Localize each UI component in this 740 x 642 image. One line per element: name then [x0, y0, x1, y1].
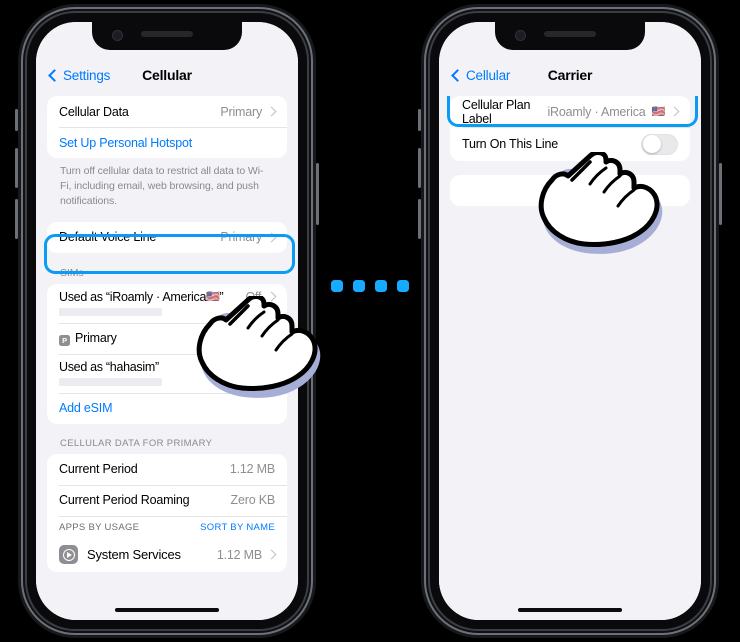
sims-section-header: SIMs — [60, 266, 84, 279]
chevron-right-icon — [266, 291, 277, 302]
left-phone-screen: Settings Cellular Cellular Data Primary … — [36, 22, 298, 620]
row-label: Current Period Roaming — [59, 493, 190, 508]
home-indicator[interactable] — [115, 608, 219, 612]
carrier-card: Cellular Plan Label iRoamly · America 🇺🇸 … — [450, 96, 690, 161]
row-label: P Primary — [59, 331, 117, 346]
row-label: Current Period — [59, 462, 138, 477]
power-button[interactable] — [316, 163, 319, 225]
volume-up-button[interactable] — [15, 148, 18, 188]
left-phone-frame: Settings Cellular Cellular Data Primary … — [15, 13, 319, 629]
sim-row-hahasim[interactable]: Used as “hahasim” — [47, 353, 287, 393]
us-flag-icon: 🇺🇸 — [651, 105, 666, 118]
row-set-up-personal-hotspot[interactable]: Set Up Personal Hotspot — [47, 127, 287, 158]
row-turn-on-this-line[interactable]: Turn On This Line — [450, 127, 690, 161]
silent-switch[interactable] — [418, 109, 421, 131]
apps-by-usage-label: APPS BY USAGE — [59, 521, 140, 533]
row-label: Cellular Data — [59, 104, 129, 119]
turn-on-this-line-toggle[interactable] — [641, 133, 678, 155]
four-dots-icon — [331, 279, 409, 292]
sort-by-name-button[interactable]: SORT BY NAME — [200, 522, 275, 533]
dot — [331, 279, 343, 292]
sim-label-end: ” — [219, 289, 224, 304]
front-camera-icon — [515, 30, 526, 41]
row-value: Primary — [220, 104, 277, 119]
volume-down-button[interactable] — [418, 199, 421, 239]
front-camera-icon — [112, 30, 123, 41]
row-default-voice-line[interactable]: Default Voice Line Primary — [47, 222, 287, 253]
row-value: 1.12 MB — [216, 547, 277, 562]
row-value: 1.12 MB — [229, 462, 275, 477]
default-voice-line-card: Default Voice Line Primary — [47, 221, 287, 253]
sims-card: Used as “iRoamly · America 🇺🇸” Off P Prima… — [47, 283, 287, 424]
toggle-knob — [642, 135, 661, 153]
power-button[interactable] — [719, 163, 722, 225]
system-services-icon — [59, 545, 78, 565]
silent-switch[interactable] — [15, 109, 18, 131]
sim-row-line1: Used as “hahasim” — [59, 360, 275, 374]
row-system-services[interactable]: System Services 1.12 MB — [47, 538, 287, 572]
dot — [397, 279, 409, 292]
volume-up-button[interactable] — [418, 148, 421, 188]
cellular-data-card: Cellular Data Primary Set Up Personal Ho… — [47, 96, 287, 158]
earpiece-speaker — [544, 31, 596, 37]
row-value-text: Primary — [220, 104, 262, 119]
notch — [92, 22, 242, 50]
cellular-data-footnote: Turn off cellular data to restrict all d… — [60, 165, 264, 208]
page-title: Cellular — [142, 67, 192, 83]
primary-badge-icon: P — [59, 334, 70, 346]
sim-subtitle-placeholder — [59, 307, 162, 316]
earpiece-speaker — [141, 31, 193, 37]
sim-row-iroamly[interactable]: Used as “iRoamly · America 🇺🇸” Off — [47, 284, 287, 323]
row-value-text: iRoamly · America — [547, 104, 646, 119]
row-label: Default Voice Line — [59, 230, 157, 245]
row-value: iRoamly · America 🇺🇸 — [547, 104, 680, 119]
row-label: Cellular Plan Label — [462, 97, 531, 126]
sim-label: Used as “iRoamly · America — [59, 289, 207, 304]
home-indicator[interactable] — [518, 608, 622, 612]
sim-row-line1: Used as “iRoamly · America 🇺🇸” Off — [59, 289, 277, 304]
notch — [495, 22, 645, 50]
primary-label: Primary — [75, 330, 117, 345]
right-phone-frame: Cellular Carrier Cellular Plan Label iRo… — [418, 13, 722, 629]
row-value-text: 1.12 MB — [216, 547, 262, 562]
row-value-text: Primary — [220, 230, 262, 245]
sim-value: Off — [245, 289, 277, 304]
add-esim-button[interactable]: Add eSIM — [47, 392, 287, 424]
page-title: Carrier — [547, 67, 593, 83]
empty-card — [450, 175, 690, 206]
sim-subtitle-placeholder — [59, 377, 162, 386]
apps-by-usage-header: APPS BY USAGE SORT BY NAME — [47, 515, 287, 538]
dot — [375, 279, 387, 292]
usage-card: Current Period 1.12 MB Current Period Ro… — [47, 453, 287, 572]
row-label: Turn On This Line — [462, 137, 558, 151]
dot — [353, 279, 365, 292]
row-current-period-roaming: Current Period Roaming Zero KB — [47, 484, 287, 516]
sim-value-text: Off — [245, 289, 261, 304]
row-label: Set Up Personal Hotspot — [59, 135, 192, 150]
row-label: System Services — [87, 547, 181, 563]
row-cellular-plan-label[interactable]: Cellular Plan Label iRoamly · America 🇺🇸 — [450, 96, 690, 127]
row-label: Add eSIM — [59, 401, 113, 416]
row-current-period: Current Period 1.12 MB — [47, 454, 287, 485]
chevron-right-icon — [266, 232, 277, 243]
us-flag-icon: 🇺🇸 — [206, 290, 220, 304]
sim-row-primary[interactable]: P Primary — [47, 322, 287, 354]
row-cellular-data[interactable]: Cellular Data Primary — [47, 96, 287, 127]
chevron-right-icon — [266, 106, 277, 117]
right-phone-screen: Cellular Carrier Cellular Plan Label iRo… — [439, 22, 701, 620]
chevron-right-icon — [669, 106, 680, 117]
cellular-data-usage-header: CELLULAR DATA FOR PRIMARY — [60, 437, 213, 449]
row-value: Primary — [220, 230, 277, 245]
left-content-scroll[interactable]: Cellular Data Primary Set Up Personal Ho… — [36, 96, 298, 620]
sim-label: Used as “hahasim” — [59, 359, 159, 374]
right-content-scroll[interactable]: Cellular Plan Label iRoamly · America 🇺🇸 … — [439, 96, 701, 620]
row-value: Zero KB — [230, 493, 276, 508]
volume-down-button[interactable] — [15, 199, 18, 239]
chevron-right-icon — [266, 549, 277, 560]
